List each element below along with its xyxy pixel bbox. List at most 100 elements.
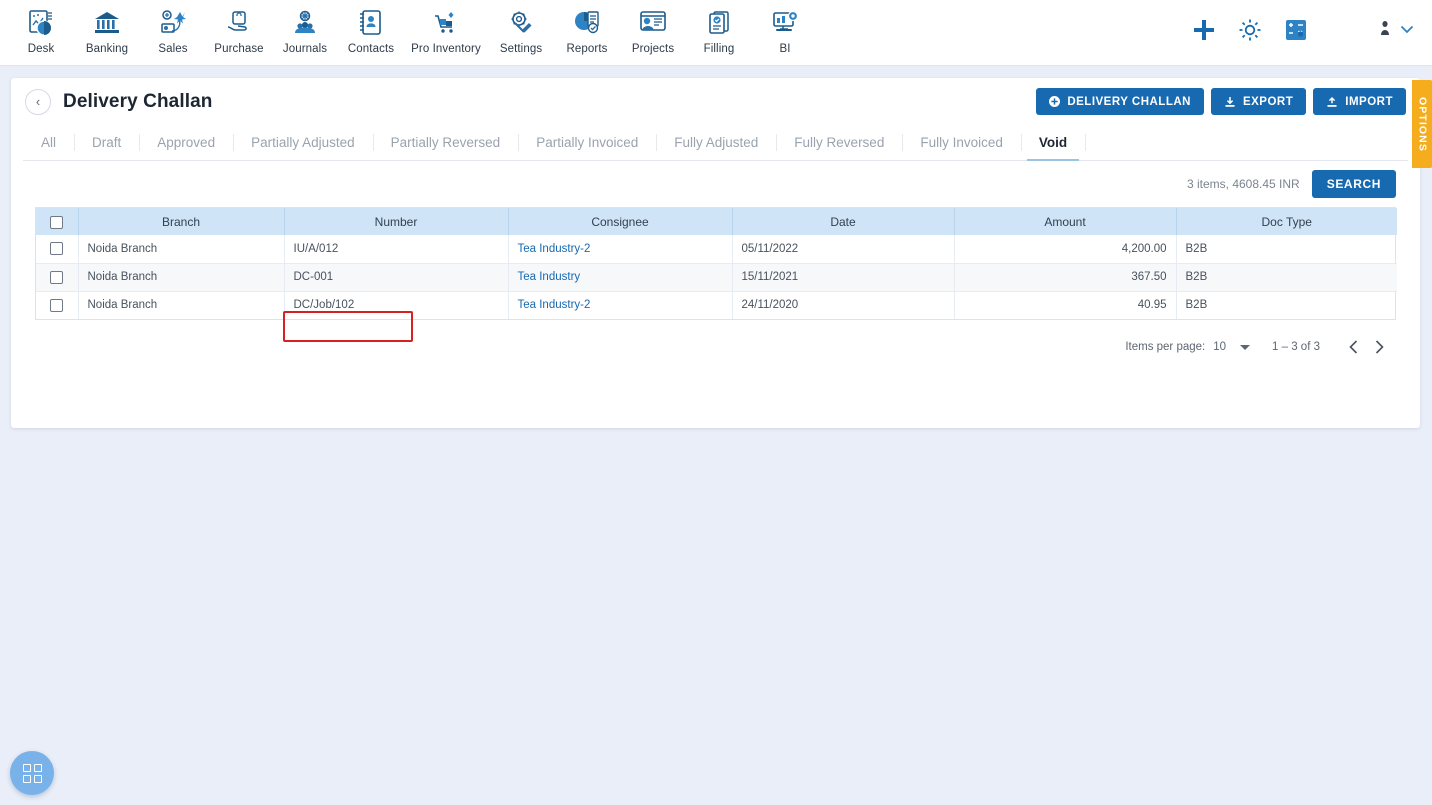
apps-grid-icon bbox=[22, 763, 42, 783]
tab-partially-reversed[interactable]: Partially Reversed bbox=[372, 125, 519, 160]
user-menu[interactable] bbox=[1379, 19, 1414, 42]
tab-fully-adjusted[interactable]: Fully Adjusted bbox=[656, 125, 776, 160]
row-checkbox[interactable] bbox=[50, 298, 64, 312]
nav-item-pro-inventory[interactable]: Pro Inventory bbox=[404, 0, 488, 55]
consignee-link[interactable]: Tea Industry-2 bbox=[518, 243, 591, 255]
previous-page-button[interactable] bbox=[1340, 334, 1366, 360]
export-button[interactable]: EXPORT bbox=[1210, 88, 1307, 115]
bi-icon bbox=[770, 6, 800, 40]
top-navigation-bar: Desk Banking Sales Purchase Journals Con… bbox=[0, 0, 1432, 66]
settings-icon bbox=[506, 6, 536, 40]
filling-icon bbox=[704, 6, 734, 40]
tab-all[interactable]: All bbox=[23, 125, 74, 160]
options-side-tab[interactable]: OPTIONS bbox=[1412, 80, 1432, 168]
next-page-button[interactable] bbox=[1366, 334, 1392, 360]
consignee-link[interactable]: Tea Industry bbox=[518, 271, 581, 283]
journals-icon bbox=[290, 6, 320, 40]
nav-label: Reports bbox=[566, 43, 608, 55]
tab-label: Fully Reversed bbox=[794, 135, 885, 150]
page-title: Delivery Challan bbox=[63, 90, 213, 112]
table-row[interactable]: Noida Branch DC/Job/102 Tea Industry-2 2… bbox=[36, 290, 1397, 319]
column-header-branch[interactable]: Branch bbox=[78, 208, 285, 235]
nav-right-actions bbox=[1191, 0, 1432, 60]
tab-draft[interactable]: Draft bbox=[74, 125, 139, 160]
purchase-icon bbox=[224, 6, 254, 40]
nav-item-reports[interactable]: Reports bbox=[554, 0, 620, 55]
import-button[interactable]: IMPORT bbox=[1313, 88, 1406, 115]
user-icon bbox=[1379, 19, 1391, 42]
search-button[interactable]: SEARCH bbox=[1311, 170, 1396, 198]
nav-item-contacts[interactable]: Contacts bbox=[338, 0, 404, 55]
card-header: ‹ Delivery Challan DELIVERY CHALLAN EXPO… bbox=[11, 78, 1420, 125]
cell-date: 15/11/2021 bbox=[732, 262, 955, 291]
select-all-header bbox=[36, 208, 79, 235]
nav-item-desk[interactable]: Desk bbox=[8, 0, 74, 55]
tab-fully-reversed[interactable]: Fully Reversed bbox=[776, 125, 902, 160]
cell-date: 24/11/2020 bbox=[732, 290, 955, 319]
row-checkbox[interactable] bbox=[50, 242, 64, 256]
back-button[interactable]: ‹ bbox=[25, 88, 51, 115]
column-header-doctype[interactable]: Doc Type bbox=[1176, 208, 1397, 235]
items-per-page-label: Items per page: bbox=[1125, 341, 1206, 353]
cell-doctype: B2B bbox=[1176, 290, 1397, 319]
row-select-cell bbox=[36, 235, 79, 263]
tab-partially-adjusted[interactable]: Partially Adjusted bbox=[233, 125, 373, 160]
nav-item-settings[interactable]: Settings bbox=[488, 0, 554, 55]
tab-label: Partially Reversed bbox=[390, 135, 501, 150]
page-range: 1 – 3 of 3 bbox=[1272, 341, 1320, 353]
cell-branch: Noida Branch bbox=[78, 262, 285, 291]
cell-branch: Noida Branch bbox=[78, 290, 285, 319]
cell-consignee: Tea Industry bbox=[508, 262, 733, 291]
items-per-page-value[interactable]: 10 bbox=[1213, 341, 1226, 353]
table-row[interactable]: Noida Branch DC-001 Tea Industry 15/11/2… bbox=[36, 262, 1397, 291]
tab-approved[interactable]: Approved bbox=[139, 125, 233, 160]
apps-launcher-button[interactable] bbox=[10, 751, 54, 795]
chevron-down-icon[interactable] bbox=[1240, 344, 1251, 350]
cell-number: DC-001 bbox=[284, 262, 509, 291]
tab-label: Approved bbox=[157, 135, 216, 150]
button-label: EXPORT bbox=[1242, 95, 1294, 108]
table-row[interactable]: Noida Branch IU/A/012 Tea Industry-2 05/… bbox=[36, 235, 1397, 263]
tab-partially-invoiced[interactable]: Partially Invoiced bbox=[518, 125, 656, 160]
nav-item-filling[interactable]: Filling bbox=[686, 0, 752, 55]
tab-void[interactable]: Void bbox=[1020, 125, 1085, 161]
gear-icon[interactable] bbox=[1237, 17, 1263, 43]
column-header-consignee[interactable]: Consignee bbox=[508, 208, 733, 235]
cell-number: DC/Job/102 bbox=[284, 290, 509, 319]
nav-label: Projects bbox=[631, 43, 675, 55]
options-label: OPTIONS bbox=[1416, 96, 1429, 152]
calculator-icon[interactable] bbox=[1283, 17, 1309, 43]
tab-fully-invoiced[interactable]: Fully Invoiced bbox=[902, 125, 1021, 160]
nav-label: Filling bbox=[703, 43, 735, 55]
button-label: DELIVERY CHALLAN bbox=[1067, 95, 1191, 108]
items-summary: 3 items, 4608.45 INR bbox=[1186, 177, 1300, 191]
add-icon[interactable] bbox=[1191, 17, 1217, 43]
inventory-icon bbox=[431, 6, 461, 40]
cell-amount: 40.95 bbox=[954, 290, 1177, 319]
nav-label: Sales bbox=[158, 43, 188, 55]
cell-doctype: B2B bbox=[1185, 242, 1208, 255]
delivery-challan-button[interactable]: DELIVERY CHALLAN bbox=[1036, 88, 1204, 115]
row-checkbox[interactable] bbox=[50, 270, 64, 284]
nav-item-bi[interactable]: BI bbox=[752, 0, 818, 55]
header-actions: DELIVERY CHALLAN EXPORT IMPORT bbox=[1036, 88, 1418, 115]
nav-item-banking[interactable]: Banking bbox=[74, 0, 140, 55]
nav-items: Desk Banking Sales Purchase Journals Con… bbox=[0, 0, 818, 55]
cell-branch: Noida Branch bbox=[78, 235, 285, 263]
tab-label: Partially Invoiced bbox=[536, 135, 639, 150]
column-header-date[interactable]: Date bbox=[732, 208, 955, 235]
nav-label: Pro Inventory bbox=[411, 43, 481, 55]
select-all-checkbox[interactable] bbox=[50, 215, 64, 229]
nav-item-purchase[interactable]: Purchase bbox=[206, 0, 272, 55]
nav-item-sales[interactable]: Sales bbox=[140, 0, 206, 55]
nav-item-projects[interactable]: Projects bbox=[620, 0, 686, 55]
nav-item-journals[interactable]: Journals bbox=[272, 0, 338, 55]
consignee-link[interactable]: Tea Industry-2 bbox=[518, 299, 591, 311]
cell-amount: 367.50 bbox=[954, 262, 1177, 291]
column-header-number[interactable]: Number bbox=[284, 208, 509, 235]
tab-label: Draft bbox=[92, 135, 122, 150]
column-header-amount[interactable]: Amount bbox=[954, 208, 1177, 235]
paginator: Items per page: 10 1 – 3 of 3 bbox=[11, 320, 1420, 360]
chevron-down-icon[interactable] bbox=[1400, 21, 1414, 39]
row-select-cell bbox=[36, 262, 79, 291]
